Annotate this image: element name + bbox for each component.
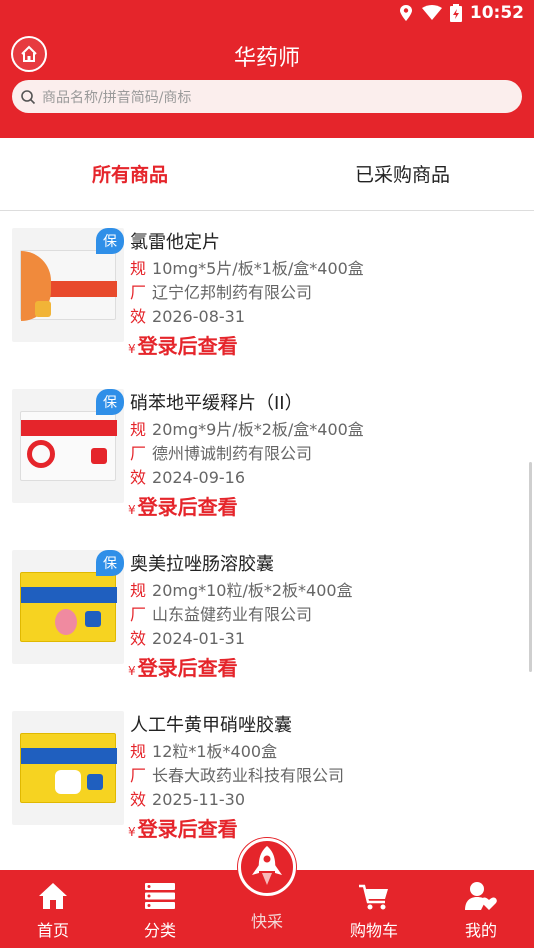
page-title: 华药师: [233, 46, 300, 71]
insured-badge: 保: [96, 228, 124, 254]
product-expiry: 效 2024-01-31: [130, 629, 245, 648]
product-spec: 规 10mg*5片/板*1板/盒*400盒: [130, 259, 364, 278]
product-expiry: 效 2026-08-31: [130, 307, 245, 326]
product-manufacturer: 厂山东益健药业有限公司: [130, 605, 313, 624]
nav-cart-label: 购物车: [349, 921, 398, 940]
location-icon: [399, 5, 412, 21]
nav-category-label: 分类: [143, 921, 176, 940]
product-card[interactable]: 保 硝苯地平缓释片（II） 规 20mg*9片/板*2板/盒*400盒 厂德州博诚…: [0, 373, 534, 534]
nav-mine[interactable]: 我的: [428, 870, 534, 948]
product-card[interactable]: 保 氯雷他定片 规 10mg*5片/板*1板/盒*400盒 厂辽宁亿邦制药有限公司…: [0, 212, 534, 373]
battery-icon: [449, 4, 462, 22]
category-list-icon: [145, 883, 175, 909]
wifi-icon: [421, 5, 442, 20]
drug-box-image: [20, 572, 117, 642]
product-image: [12, 711, 124, 825]
tab-bar: 所有商品 已采购商品: [0, 138, 534, 211]
product-price[interactable]: ¥ 登录后查看: [128, 652, 238, 681]
title-row: 华药师: [0, 32, 534, 76]
product-list: 保 氯雷他定片 规 10mg*5片/板*1板/盒*400盒 厂辽宁亿邦制药有限公司…: [0, 212, 534, 870]
status-time: 10:52: [469, 3, 524, 23]
product-price[interactable]: ¥ 登录后查看: [128, 330, 238, 359]
nav-quick-purchase-label[interactable]: 快采: [214, 908, 320, 932]
product-name: 奥美拉唑肠溶胶囊: [130, 554, 274, 575]
cart-icon: [359, 884, 388, 910]
product-spec: 规 20mg*9片/板*2板/盒*400盒: [130, 420, 364, 439]
search-bar[interactable]: 商品名称/拼音简码/商标: [12, 80, 522, 113]
drug-box-image: [20, 411, 117, 481]
insured-badge: 保: [96, 550, 124, 576]
product-card[interactable]: 保 奥美拉唑肠溶胶囊 规 20mg*10粒/板*2板*400盒 厂山东益健药业有限…: [0, 534, 534, 695]
product-expiry: 效 2024-09-16: [130, 468, 245, 487]
nav-category[interactable]: 分类: [107, 870, 213, 948]
scrollbar[interactable]: [529, 462, 532, 672]
product-name: 硝苯地平缓释片（II）: [130, 393, 303, 414]
status-icons: 10:52: [398, 3, 524, 23]
nav-home-label: 首页: [36, 921, 69, 940]
product-manufacturer: 厂辽宁亿邦制药有限公司: [130, 283, 313, 302]
nav-mine-label: 我的: [464, 921, 497, 940]
product-expiry: 效 2025-11-30: [130, 790, 245, 809]
user-heart-icon: [465, 882, 497, 910]
product-card[interactable]: 人工牛黄甲硝唑胶囊 规 12粒*1板*400盒 厂长春大政药业科技有限公司 效 20…: [0, 695, 534, 856]
tab-all-products[interactable]: 所有商品: [92, 160, 168, 187]
product-price[interactable]: ¥ 登录后查看: [128, 813, 238, 842]
search-placeholder: 商品名称/拼音简码/商标: [42, 89, 192, 106]
nav-home[interactable]: 首页: [0, 870, 106, 948]
tab-purchased-products[interactable]: 已采购商品: [355, 160, 450, 187]
product-manufacturer: 厂长春大政药业科技有限公司: [130, 766, 345, 785]
rocket-icon: [252, 846, 282, 885]
status-bar: 10:52: [0, 0, 534, 28]
product-name: 氯雷他定片: [130, 232, 220, 253]
drug-box-image: [20, 250, 117, 321]
drug-box-image: [20, 733, 117, 803]
nav-cart[interactable]: 购物车: [321, 870, 427, 948]
app-header: 10:52 华药师 商品名称/拼音简码/商标: [0, 0, 534, 138]
insured-badge: 保: [96, 389, 124, 415]
product-manufacturer: 厂德州博诚制药有限公司: [130, 444, 313, 463]
search-icon: [21, 89, 36, 104]
home-icon: [39, 883, 67, 909]
app-root: { "status_bar": { "time": "10:52" }, "he…: [0, 0, 534, 948]
product-spec: 规 20mg*10粒/板*2板*400盒: [130, 581, 353, 600]
product-spec: 规 12粒*1板*400盒: [130, 742, 278, 761]
quick-purchase-button[interactable]: [238, 838, 296, 896]
product-name: 人工牛黄甲硝唑胶囊: [130, 715, 292, 736]
product-price[interactable]: ¥ 登录后查看: [128, 491, 238, 520]
